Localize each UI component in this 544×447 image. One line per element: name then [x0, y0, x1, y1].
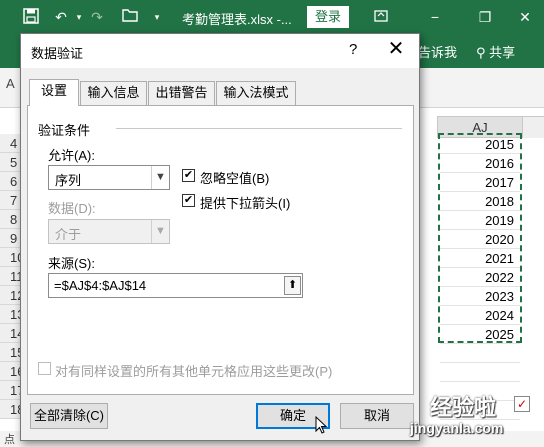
share-button[interactable]: ⚲ 共享 [476, 42, 515, 61]
watermark-check-icon: ✓ [514, 396, 530, 412]
allow-value: 序列 [55, 173, 82, 188]
login-button[interactable]: 登录 [307, 6, 349, 28]
ignore-blank-label[interactable]: 忽略空值(B) [200, 168, 269, 187]
tell-me-search[interactable]: 告诉我 [418, 42, 457, 61]
copy-marquee-selection [438, 133, 522, 343]
collapse-dialog-icon[interactable]: ⬆ [284, 276, 301, 295]
restore-icon[interactable]: ❐ [476, 8, 494, 26]
source-value: =$AJ$4:$AJ$14 [54, 278, 147, 293]
clear-all-button[interactable]: 全部清除(C) [30, 403, 108, 429]
dialog-title: 数据验证 [31, 46, 84, 61]
empty-cell-gridline [440, 381, 520, 382]
help-icon[interactable]: ? [349, 41, 357, 58]
settings-panel: 验证条件 允许(A): 序列 ▼ ✔ 忽略空值(B) ✔ 提供下拉箭头(I) 数… [27, 105, 414, 395]
checkmark-icon: ✔ [183, 169, 194, 181]
user-icon: ⚲ [476, 45, 490, 60]
name-box[interactable]: A [6, 76, 15, 91]
ignore-blank-checkbox[interactable]: ✔ [182, 169, 195, 182]
watermark-brand: 经验啦 [430, 395, 497, 420]
tab-error-alert[interactable]: 出错警告 [148, 81, 215, 105]
data-value: 介于 [55, 227, 82, 242]
status-text: 点 [4, 434, 15, 446]
tab-input-message[interactable]: 输入信息 [80, 81, 147, 105]
data-label: 数据(D): [48, 201, 96, 216]
tab-ime-mode[interactable]: 输入法模式 [216, 81, 296, 105]
column-header-next[interactable] [523, 116, 544, 138]
qat-customize-icon[interactable]: ▾ [148, 8, 166, 26]
file-title: 考勤管理表.xlsx -... [182, 12, 292, 27]
data-select[interactable]: 介于 ▼ [48, 219, 170, 244]
tab-settings[interactable]: 设置 [29, 79, 79, 106]
dialog-close-icon[interactable]: ✕ [385, 38, 407, 60]
open-folder-icon[interactable] [121, 8, 139, 26]
ribbon-display-icon[interactable] [372, 8, 390, 26]
dialog-titlebar[interactable]: 数据验证 ? ✕ [21, 34, 419, 68]
mouse-pointer-icon [315, 415, 328, 439]
redo-icon[interactable]: ↷ [88, 8, 106, 26]
apply-to-all-checkbox[interactable] [38, 362, 51, 375]
chevron-down-icon[interactable]: ▼ [151, 220, 169, 243]
in-cell-dropdown-label[interactable]: 提供下拉箭头(I) [200, 193, 290, 212]
group-divider [116, 128, 402, 129]
watermark: 经验啦 ✓ jingyanla.com [396, 388, 544, 447]
undo-dropdown-icon[interactable]: ▾ [70, 8, 88, 26]
in-cell-dropdown-checkbox[interactable]: ✔ [182, 194, 195, 207]
window-close-icon[interactable]: ✕ [516, 8, 534, 26]
source-input[interactable]: =$AJ$4:$AJ$14 ⬆ [48, 273, 303, 298]
empty-cell-gridline [440, 362, 520, 363]
watermark-url: jingyanla.com [410, 420, 504, 436]
data-validation-dialog: 数据验证 ? ✕ 设置 输入信息 出错警告 输入法模式 验证条件 允许(A): … [20, 33, 420, 441]
checkmark-icon: ✔ [183, 194, 194, 206]
save-icon[interactable] [22, 8, 40, 26]
allow-select[interactable]: 序列 ▼ [48, 165, 170, 190]
allow-label: 允许(A): [48, 148, 95, 163]
source-label: 来源(S): [48, 256, 95, 271]
excel-titlebar: ↶ ▾ ↷ ▾ 考勤管理表.xlsx -... 登录 − ❐ ✕ [0, 0, 544, 34]
validation-criteria-heading: 验证条件 [38, 120, 91, 139]
minimize-icon[interactable]: − [426, 8, 444, 26]
apply-to-all-label: 对有同样设置的所有其他单元格应用这些更改(P) [55, 364, 333, 379]
chevron-down-icon[interactable]: ▼ [151, 166, 169, 189]
undo-icon[interactable]: ↶ [52, 8, 70, 26]
